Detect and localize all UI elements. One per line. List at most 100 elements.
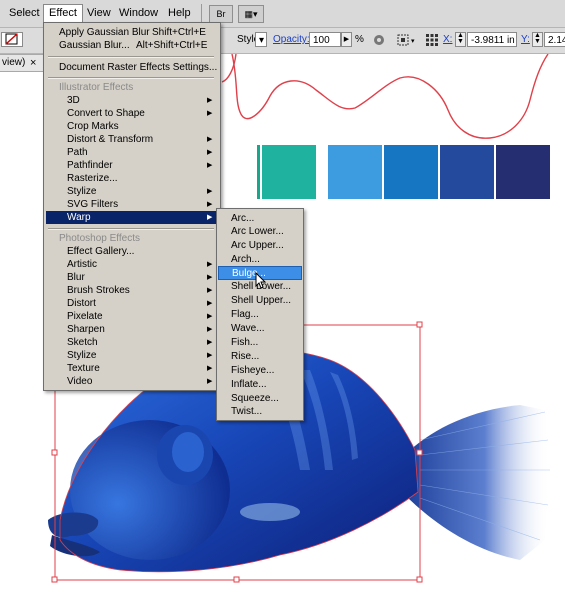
menu-separator — [48, 56, 214, 58]
menu-item-inflate[interactable]: Inflate... — [217, 378, 303, 391]
menu-item-label: Fisheye... — [231, 365, 275, 376]
menu-item-stylize[interactable]: Stylize ▶ — [44, 185, 220, 198]
menu-item-arc-lower[interactable]: Arc Lower... — [217, 225, 303, 238]
menu-item-arc[interactable]: Arc... — [217, 212, 303, 225]
color-swatch-4[interactable] — [384, 145, 438, 199]
menu-item-flag[interactable]: Flag... — [217, 308, 303, 321]
menu-item-label: Shell Upper... — [231, 295, 292, 306]
menu-item-blur[interactable]: Blur ▶ — [44, 271, 220, 284]
photoshop-effects-header: Photoshop Effects — [44, 232, 220, 245]
menu-item-apply-gaussian-blur[interactable]: Apply Gaussian Blur Shift+Ctrl+E — [44, 26, 220, 39]
menu-item-squeeze[interactable]: Squeeze... — [217, 392, 303, 405]
menu-item-brush-strokes[interactable]: Brush Strokes ▶ — [44, 284, 220, 297]
opacity-input[interactable]: 100 — [309, 32, 341, 47]
menu-item-texture[interactable]: Texture ▶ — [44, 362, 220, 375]
menu-view[interactable]: View — [82, 5, 116, 22]
document-tab-label: view) — [2, 57, 26, 68]
menu-item-sharpen[interactable]: Sharpen ▶ — [44, 323, 220, 336]
menu-item-distort-transform[interactable]: Distort & Transform ▶ — [44, 133, 220, 146]
submenu-arrow-icon: ▶ — [207, 352, 213, 359]
menu-item-label: Effect Gallery... — [67, 246, 135, 257]
color-swatch-5[interactable] — [440, 145, 494, 199]
menu-separator — [48, 77, 214, 79]
menu-header-label: Illustrator Effects — [59, 82, 134, 93]
menu-effect[interactable]: Effect — [43, 4, 83, 23]
menu-item-stylize-photoshop[interactable]: Stylize ▶ — [44, 349, 220, 362]
menu-item-twist[interactable]: Twist... — [217, 405, 303, 418]
opacity-unit: % — [355, 34, 364, 45]
submenu-arrow-icon: ▶ — [207, 149, 213, 156]
menu-item-label: Convert to Shape — [67, 108, 145, 119]
menu-item-rasterize[interactable]: Rasterize... — [44, 172, 220, 185]
submenu-arrow-icon: ▶ — [207, 287, 213, 294]
submenu-arrow-icon: ▶ — [207, 365, 213, 372]
color-swatch-3[interactable] — [328, 145, 382, 199]
menu-item-label: Crop Marks — [67, 121, 119, 132]
bridge-button[interactable]: Br — [209, 5, 233, 23]
menu-item-video[interactable]: Video ▶ — [44, 375, 220, 388]
menu-item-effect-gallery[interactable]: Effect Gallery... — [44, 245, 220, 258]
style-dropdown[interactable]: ▾ — [255, 32, 267, 47]
menu-item-label: Rasterize... — [67, 173, 118, 184]
menu-item-warp[interactable]: Warp ▶ — [46, 211, 218, 224]
menu-item-label: Distort — [67, 298, 96, 309]
recolor-artwork-icon[interactable] — [372, 33, 386, 47]
menu-item-label: Apply Gaussian Blur — [59, 27, 150, 38]
menu-item-label: Inflate... — [231, 379, 267, 390]
color-swatch-2[interactable] — [262, 145, 316, 199]
y-spinner[interactable]: ▲ ▼ — [532, 32, 543, 47]
opacity-label[interactable]: Opacity: — [273, 34, 310, 45]
menu-item-shell-upper[interactable]: Shell Upper... — [217, 294, 303, 307]
menu-item-label: Twist... — [231, 406, 263, 417]
menu-help[interactable]: Help — [163, 5, 196, 22]
effect-menu: Apply Gaussian Blur Shift+Ctrl+E Gaussia… — [43, 22, 221, 391]
y-input[interactable]: 2.144 — [544, 32, 565, 47]
menu-item-crop-marks[interactable]: Crop Marks — [44, 120, 220, 133]
arrange-documents-icon: ▦▾ — [244, 9, 258, 19]
menu-item-label: Arch... — [231, 254, 260, 265]
opacity-dropdown[interactable]: ▶ — [341, 32, 352, 47]
submenu-arrow-icon: ▶ — [207, 300, 213, 307]
close-tab-icon[interactable]: × — [30, 55, 36, 71]
menu-item-label: Stylize — [67, 350, 97, 361]
menu-item-pathfinder[interactable]: Pathfinder ▶ — [44, 159, 220, 172]
menu-item-label: Flag... — [231, 309, 259, 320]
menu-item-label: Document Raster Effects Settings... — [59, 62, 218, 73]
menu-item-fish[interactable]: Fish... — [217, 336, 303, 349]
menu-item-sketch[interactable]: Sketch ▶ — [44, 336, 220, 349]
menu-item-label: Fish... — [231, 337, 259, 348]
menu-item-path[interactable]: Path ▶ — [44, 146, 220, 159]
menu-item-arch[interactable]: Arch... — [217, 253, 303, 266]
x-input[interactable]: -3.9811 in — [467, 32, 517, 47]
align-icon[interactable] — [396, 33, 410, 47]
stroke-swatch[interactable] — [1, 32, 23, 47]
submenu-arrow-icon: ▶ — [207, 261, 213, 268]
stroke-none-icon — [5, 33, 18, 45]
arrange-documents-button[interactable]: ▦▾ — [238, 5, 264, 23]
bridge-button-label: Br — [216, 9, 226, 19]
reference-point-icon[interactable] — [425, 33, 439, 47]
menu-item-arc-upper[interactable]: Arc Upper... — [217, 239, 303, 252]
menu-item-convert-to-shape[interactable]: Convert to Shape ▶ — [44, 107, 220, 120]
menu-item-wave[interactable]: Wave... — [217, 322, 303, 335]
menu-item-artistic[interactable]: Artistic ▶ — [44, 258, 220, 271]
menu-item-3d[interactable]: 3D ▶ — [44, 94, 220, 107]
menu-item-svg-filters[interactable]: SVG Filters ▶ — [44, 198, 220, 211]
menu-item-rise[interactable]: Rise... — [217, 350, 303, 363]
menu-item-shortcut: Shift+Ctrl+E — [152, 27, 206, 38]
menu-window[interactable]: Window — [114, 5, 163, 22]
color-swatch-1[interactable] — [257, 145, 260, 199]
x-spinner[interactable]: ▲ ▼ — [455, 32, 466, 47]
menu-item-gaussian-blur[interactable]: Gaussian Blur... Alt+Shift+Ctrl+E — [44, 39, 220, 52]
menu-item-shortcut: Alt+Shift+Ctrl+E — [136, 40, 208, 51]
menu-item-fisheye[interactable]: Fisheye... — [217, 364, 303, 377]
menu-select[interactable]: Select — [4, 5, 45, 22]
color-swatch-6[interactable] — [496, 145, 550, 199]
menu-item-label: Distort & Transform — [67, 134, 154, 145]
menu-item-label: Pathfinder — [67, 160, 113, 171]
menu-item-distort[interactable]: Distort ▶ — [44, 297, 220, 310]
menu-item-label: Gaussian Blur... — [59, 40, 130, 51]
menu-item-pixelate[interactable]: Pixelate ▶ — [44, 310, 220, 323]
menu-item-document-raster-effects-settings[interactable]: Document Raster Effects Settings... — [44, 61, 220, 74]
align-dropdown-icon[interactable]: ▾ — [411, 37, 415, 45]
